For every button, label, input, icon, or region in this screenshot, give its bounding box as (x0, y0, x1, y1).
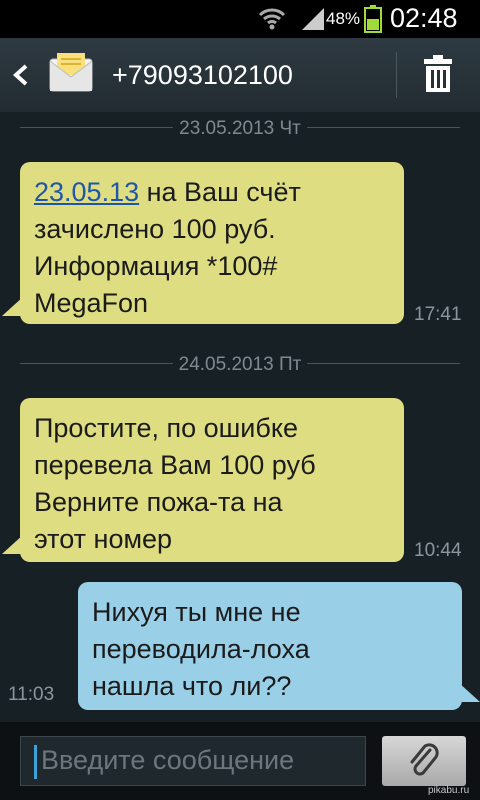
incoming-message[interactable]: 23.05.13 на Ваш счёт зачислено 100 руб. … (20, 162, 404, 324)
signal-icon (302, 8, 324, 30)
message-line: переводила-лоха (92, 634, 310, 664)
message-line: зачислено 100 руб. (34, 214, 276, 244)
message-input-placeholder: Введите сообщение (41, 745, 295, 775)
message-time: 10:44 (414, 540, 462, 561)
date-separator: 23.05.2013 Чт (20, 118, 460, 139)
bubble-tail (2, 296, 24, 316)
trash-icon[interactable] (412, 52, 464, 98)
message-time: 17:41 (414, 304, 462, 325)
header-divider (396, 52, 397, 98)
message-line: перевела Вам 100 руб (34, 450, 316, 480)
watermark: pikabu.ru (428, 785, 470, 796)
battery-icon (364, 5, 382, 33)
attach-button[interactable] (382, 736, 466, 786)
bubble-tail (458, 682, 480, 702)
status-bar: 48% 02:48 (0, 0, 480, 38)
incoming-message[interactable]: Простите, по ошибке перевела Вам 100 руб… (20, 398, 404, 562)
paperclip-icon (410, 743, 439, 776)
bubble-tail (2, 534, 24, 554)
back-icon[interactable] (10, 62, 32, 88)
date-link[interactable]: 23.05.13 (34, 177, 139, 207)
messaging-screen: 48% 02:48 +79093102100 23.05.2013 Чт 23.… (0, 0, 480, 800)
message-line: этот номер (34, 524, 173, 554)
wifi-icon (258, 8, 286, 30)
message-line: Верните пожа-та на (34, 487, 283, 517)
status-clock: 02:48 (390, 3, 458, 33)
contact-phone-number: +79093102100 (112, 60, 293, 90)
message-time: 11:03 (8, 684, 55, 705)
message-list[interactable]: 23.05.2013 Чт 23.05.13 на Ваш счёт зачис… (0, 112, 480, 722)
outgoing-message[interactable]: Нихуя ты мне не переводила-лоха нашла чт… (78, 582, 462, 710)
envelope-icon[interactable] (48, 51, 94, 95)
message-line: Простите, по ошибке (34, 413, 298, 443)
date-separator: 24.05.2013 Пт (20, 354, 460, 375)
message-line: Нихуя ты мне не (92, 597, 301, 627)
message-input[interactable]: Введите сообщение (20, 736, 366, 786)
conversation-header: +79093102100 (0, 38, 480, 113)
text-cursor (34, 745, 37, 779)
message-line: Информация *100# (34, 251, 278, 281)
battery-percent: 48% (326, 9, 361, 28)
message-line: нашла что ли?? (92, 671, 292, 701)
message-composer: Введите сообщение (0, 722, 480, 800)
message-line: MegaFon (34, 288, 149, 318)
